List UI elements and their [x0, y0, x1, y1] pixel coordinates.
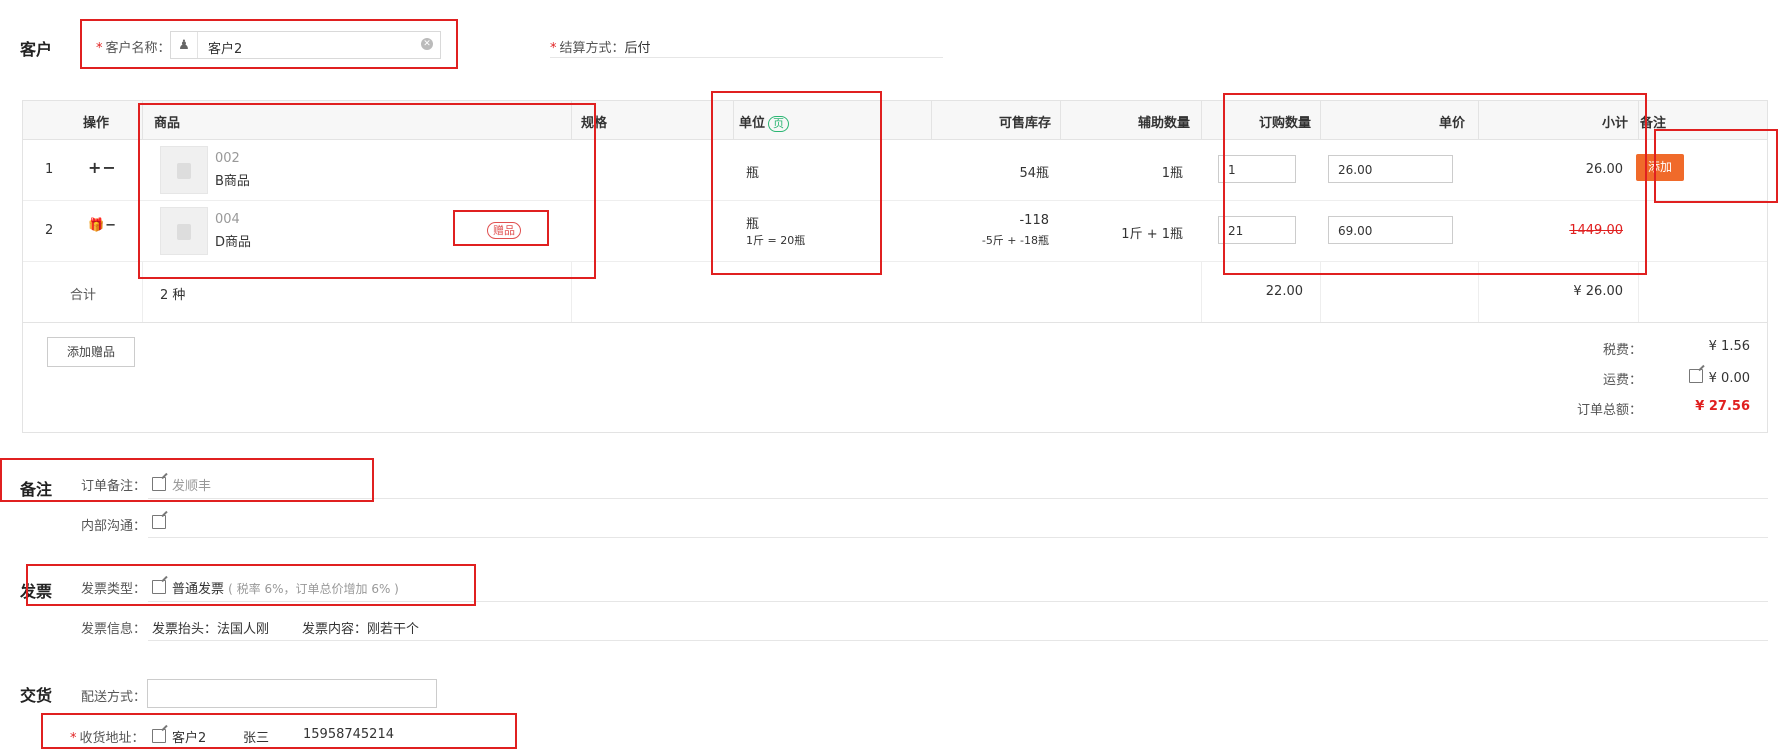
highlight-box-product — [138, 103, 596, 279]
row1-index: 1 — [45, 162, 54, 177]
edit-icon — [1688, 369, 1703, 383]
row1-aux-qty: 1瓶 — [1161, 166, 1183, 181]
settlement-label: * 结算方式：后付 — [550, 41, 651, 56]
order-total-value: ¥ 27.56 — [1695, 399, 1750, 414]
row1-stock: 54瓶 — [1019, 166, 1049, 181]
row2-aux-qty: 1斤 + 1瓶 — [1121, 227, 1183, 242]
internal-comm-field[interactable] — [152, 515, 172, 532]
internal-comm-label: 内部沟通： — [81, 519, 147, 534]
highlight-box-gift — [453, 210, 549, 246]
highlight-box-unit — [711, 91, 882, 275]
delivery-method-input[interactable] — [147, 679, 437, 708]
invoice-header: 发票抬头：法国人刚 — [152, 622, 270, 637]
total-kinds: 2 种 — [160, 288, 186, 303]
edit-icon — [152, 515, 166, 529]
row1-add-remove-icon[interactable]: +− — [88, 158, 117, 177]
highlight-box-qty-price — [1223, 93, 1647, 275]
col-stock: 可售库存 — [998, 116, 1051, 131]
invoice-content: 发票内容：刚若干个 — [302, 622, 420, 637]
invoice-info-label: 发票信息： — [81, 622, 147, 637]
total-amount: ¥ 26.00 — [1573, 284, 1623, 299]
total-qty: 22.00 — [1265, 284, 1303, 299]
customer-section-title: 客户 — [20, 40, 53, 59]
order-total-label: 订单总额： — [1576, 403, 1642, 418]
total-label: 合计 — [70, 288, 97, 303]
shipping-label: 运费： — [1602, 373, 1642, 388]
highlight-box-customer — [80, 19, 458, 69]
tax-value: ¥ 1.56 — [1708, 339, 1750, 354]
row2-gift-remove-icon[interactable]: 🎁− — [88, 218, 117, 233]
highlight-box-add — [1654, 129, 1778, 203]
highlight-box-remark — [0, 458, 374, 502]
add-gift-button[interactable]: 添加赠品 — [47, 337, 135, 367]
row2-stock-detail: -5斤 + -18瓶 — [981, 234, 1049, 247]
highlight-box-invoice — [26, 564, 476, 606]
settlement-underline — [550, 57, 943, 58]
row2-index: 2 — [45, 223, 54, 238]
highlight-box-address — [41, 713, 517, 749]
delivery-method-label: 配送方式： — [81, 690, 147, 705]
shipping-value[interactable]: ¥ 0.00 — [1650, 369, 1750, 386]
settlement-value: 后付 — [624, 41, 651, 56]
col-aux-qty: 辅助数量 — [1137, 116, 1190, 131]
delivery-section-title: 交货 — [20, 686, 53, 705]
tax-label: 税费： — [1602, 343, 1642, 358]
col-operation: 操作 — [83, 116, 110, 131]
row2-stock: -118 — [1019, 213, 1049, 228]
